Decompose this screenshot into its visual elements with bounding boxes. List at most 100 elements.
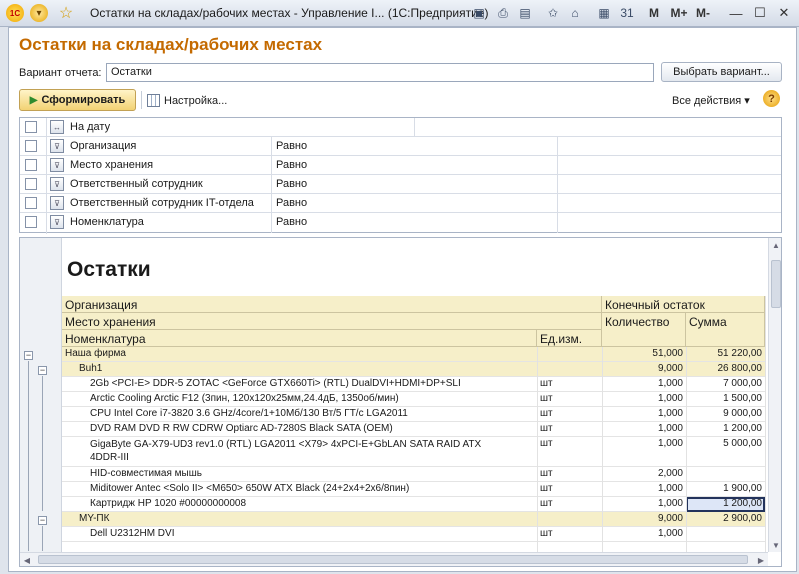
minimize-icon[interactable]: — bbox=[726, 3, 746, 23]
filter-checkbox[interactable] bbox=[25, 178, 37, 190]
report-spreadsheet[interactable]: Остатки Организация Место хранения Номен… bbox=[19, 237, 782, 567]
filter-condition[interactable]: Равно bbox=[276, 140, 307, 152]
memory-minus-button[interactable]: M- bbox=[692, 4, 714, 22]
grid-line bbox=[765, 296, 766, 552]
1c-logo-icon[interactable]: 1C bbox=[6, 4, 24, 22]
row-qty: 1,000 bbox=[602, 377, 686, 392]
scroll-right-icon[interactable]: ▶ bbox=[754, 553, 768, 566]
vertical-scroll-thumb[interactable] bbox=[771, 260, 781, 308]
window-title: Остатки на складах/рабочих местах - Упра… bbox=[90, 6, 489, 20]
main-menu-icon[interactable]: ▾ bbox=[30, 4, 48, 22]
row-sum: 5 000,00 bbox=[686, 437, 765, 467]
favorite-star-icon[interactable]: ☆ bbox=[57, 4, 75, 22]
vertical-scrollbar[interactable]: ▲ ▼ bbox=[768, 238, 781, 552]
choose-variant-button[interactable]: Выбрать вариант... bbox=[661, 62, 782, 82]
generate-button[interactable]: ▶ Сформировать bbox=[19, 89, 136, 111]
maximize-icon[interactable]: ☐ bbox=[750, 3, 770, 23]
filter-name: Место хранения bbox=[70, 159, 154, 171]
horizontal-scrollbar[interactable]: ◀ ▶ bbox=[20, 552, 768, 566]
row-sum: 1 500,00 bbox=[686, 392, 765, 407]
collapse-myPC-icon[interactable]: − bbox=[38, 516, 47, 525]
memory-plus-button[interactable]: M+ bbox=[668, 4, 690, 22]
bookmark-icon[interactable]: ⌂ bbox=[566, 4, 584, 22]
row-name: Наша фирма bbox=[62, 347, 602, 362]
row-sum: 7 000,00 bbox=[686, 377, 765, 392]
row-sum: 51 220,00 bbox=[686, 347, 765, 362]
add-favorite-icon[interactable]: ✩ bbox=[544, 4, 562, 22]
header-end-balance: Конечный остаток bbox=[602, 296, 765, 313]
row-qty: 1,000 bbox=[602, 422, 686, 437]
row-name-line2: 4DDR-III bbox=[90, 452, 129, 463]
row-qty: 2,000 bbox=[602, 467, 686, 482]
report-form: Остатки на складах/рабочих местах Вариан… bbox=[8, 27, 797, 572]
form-title: Остатки на складах/рабочих местах bbox=[19, 35, 323, 54]
scroll-left-icon[interactable]: ◀ bbox=[20, 553, 34, 566]
selected-cell[interactable]: 1 200,00 bbox=[686, 497, 765, 512]
filter-condition[interactable]: Равно bbox=[276, 178, 307, 190]
row-sum bbox=[686, 467, 765, 482]
header-qty: Количество bbox=[602, 313, 686, 347]
row-sum: 1 200,00 bbox=[686, 422, 765, 437]
filter-row-responsible[interactable]: ⊽ Ответственный сотрудник Равно bbox=[20, 175, 781, 194]
row-sum: 26 800,00 bbox=[686, 362, 765, 377]
row-sum bbox=[686, 527, 765, 542]
filter-name: Номенклатура bbox=[70, 216, 144, 228]
horizontal-scroll-thumb[interactable] bbox=[38, 555, 748, 564]
collapse-firm-icon[interactable]: − bbox=[24, 351, 33, 360]
filter-checkbox[interactable] bbox=[25, 197, 37, 209]
filter-name: Ответственный сотрудник bbox=[70, 178, 203, 190]
filter-row-date[interactable]: ↔ На дату bbox=[20, 118, 781, 137]
header-unit: Ед.изм. bbox=[537, 330, 602, 347]
filter-row-storage[interactable]: ⊽ Место хранения Равно bbox=[20, 156, 781, 175]
row-name: GigaByte GA-X79-UD3 rev1.0 (RTL) LGA2011… bbox=[62, 437, 537, 467]
preview-icon[interactable]: ▤ bbox=[516, 4, 534, 22]
variant-field[interactable]: Остатки bbox=[106, 63, 654, 82]
date-period-icon: ↔ bbox=[50, 120, 64, 134]
filter-row-responsible-it[interactable]: ⊽ Ответственный сотрудник IT-отдела Равн… bbox=[20, 194, 781, 213]
print-icon[interactable]: ⎙ bbox=[494, 4, 512, 22]
filter-row-nomenclature[interactable]: ⊽ Номенклатура Равно bbox=[20, 213, 781, 232]
row-unit: шт bbox=[537, 527, 602, 542]
filter-row-organization[interactable]: ⊽ Организация Равно bbox=[20, 137, 781, 156]
calendar-icon[interactable]: 31 bbox=[618, 4, 636, 22]
settings-link[interactable]: Настройка... bbox=[147, 94, 227, 107]
save-icon[interactable]: ▣ bbox=[470, 4, 488, 22]
filter-condition[interactable]: Равно bbox=[276, 159, 307, 171]
collapse-buh1-icon[interactable]: − bbox=[38, 366, 47, 375]
filter-checkbox[interactable] bbox=[25, 159, 37, 171]
row-qty: 1,000 bbox=[602, 392, 686, 407]
memory-m-button[interactable]: M bbox=[645, 4, 663, 22]
all-actions-menu[interactable]: Все действия ▾ bbox=[672, 94, 750, 107]
close-icon[interactable]: ✕ bbox=[774, 3, 794, 23]
row-name: Картридж HP 1020 #00000000008 bbox=[62, 497, 537, 512]
calculator-icon[interactable]: ▦ bbox=[595, 4, 613, 22]
tree-gutter bbox=[20, 238, 62, 552]
filter-condition[interactable]: Равно bbox=[276, 216, 307, 228]
help-icon[interactable]: ? bbox=[763, 90, 780, 107]
header-sum: Сумма bbox=[686, 313, 765, 347]
header-org: Организация bbox=[62, 296, 602, 313]
row-sum: 2 900,00 bbox=[686, 512, 765, 527]
filter-condition[interactable]: Равно bbox=[276, 197, 307, 209]
scroll-down-icon[interactable]: ▼ bbox=[769, 538, 781, 552]
row-qty: 1,000 bbox=[602, 407, 686, 422]
filter-icon: ⊽ bbox=[50, 196, 64, 210]
row-name: MY-ПК bbox=[62, 512, 602, 527]
filter-checkbox[interactable] bbox=[25, 121, 37, 133]
row-unit: шт bbox=[537, 437, 602, 467]
row-name: Arctic Cooling Arctic F12 (3пин, 120x120… bbox=[62, 392, 537, 407]
tree-line bbox=[28, 361, 29, 551]
row-name: Buh1 bbox=[62, 362, 602, 377]
tree-line bbox=[42, 526, 43, 551]
settings-icon bbox=[147, 94, 160, 107]
row-name: Miditower Antec <Solo II> <M650> 650W AT… bbox=[62, 482, 537, 497]
row-qty: 1,000 bbox=[602, 527, 686, 542]
filter-checkbox[interactable] bbox=[25, 216, 37, 228]
row-unit: шт bbox=[537, 497, 602, 512]
row-sum: 9 000,00 bbox=[686, 407, 765, 422]
scroll-up-icon[interactable]: ▲ bbox=[769, 238, 781, 252]
row-unit: шт bbox=[537, 482, 602, 497]
row-name: HID-совместимая мышь bbox=[62, 467, 537, 482]
filter-checkbox[interactable] bbox=[25, 140, 37, 152]
row-name: Dell U2312HM DVI bbox=[62, 527, 537, 542]
